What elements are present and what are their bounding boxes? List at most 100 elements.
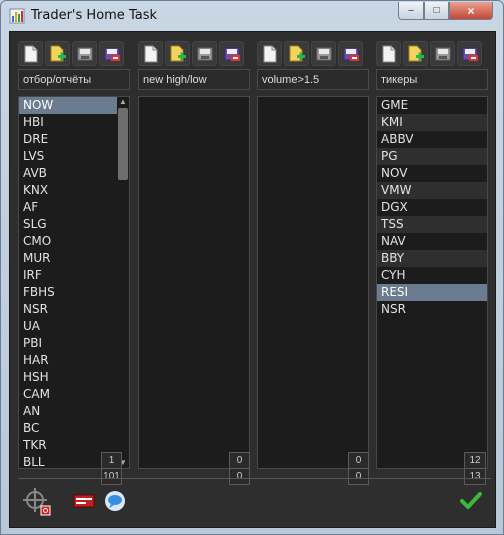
- footer-divider: [18, 478, 491, 479]
- ticker-listbox[interactable]: [257, 96, 369, 469]
- counter-position: 0: [230, 453, 249, 469]
- list-item[interactable]: NAV: [377, 233, 487, 250]
- new-document-button[interactable]: [376, 41, 401, 66]
- counter-total: 0: [355, 471, 362, 482]
- panel-toolbar: [18, 41, 124, 67]
- list-item[interactable]: LVS: [19, 148, 129, 165]
- list-item[interactable]: ABBV: [377, 131, 487, 148]
- list-item[interactable]: AVB: [19, 165, 129, 182]
- list-item[interactable]: HBI: [19, 114, 129, 131]
- list-name-field[interactable]: отбор/отчёты: [18, 69, 130, 90]
- list-item[interactable]: HAR: [19, 352, 129, 369]
- save-as-disk-icon: [104, 47, 120, 61]
- list-item[interactable]: GME: [377, 97, 487, 114]
- minimize-button[interactable]: –: [398, 2, 424, 20]
- save-button[interactable]: [192, 41, 217, 66]
- item-counter: 12 13: [464, 452, 486, 485]
- counter-position: 0: [349, 453, 368, 469]
- scroll-thumb[interactable]: [118, 108, 128, 180]
- list-item[interactable]: MUR: [19, 250, 129, 267]
- list-item[interactable]: IRF: [19, 267, 129, 284]
- item-counter: 0 0: [348, 452, 369, 485]
- save-button[interactable]: [430, 41, 455, 66]
- save-disk-icon: [77, 47, 93, 61]
- list-item[interactable]: DRE: [19, 131, 129, 148]
- ticker-listbox[interactable]: NOW HBI DRE LVS AVB KNX AF SLG CMO MUR IRF FBHS NSR U…: [18, 96, 130, 469]
- save-disk-icon: [316, 47, 332, 61]
- save-as-disk-icon: [224, 47, 240, 61]
- app-window: Trader's Home Task – □ × отбор/отчёты NO…: [0, 0, 504, 535]
- list-item[interactable]: FBHS: [19, 284, 129, 301]
- counter-position: 1: [102, 453, 121, 469]
- ticker-tape-icon: [73, 494, 95, 508]
- panel-toolbar: [257, 41, 363, 67]
- list-item[interactable]: SLG: [19, 216, 129, 233]
- list-name-field[interactable]: volume>1.5: [257, 69, 369, 90]
- list-item[interactable]: CMO: [19, 233, 129, 250]
- save-as-button[interactable]: [219, 41, 244, 66]
- chat-button[interactable]: [103, 489, 127, 513]
- ticker-tape-button[interactable]: [72, 489, 96, 513]
- maximize-button[interactable]: □: [424, 2, 449, 20]
- scroll-up-arrow-icon[interactable]: ▲: [118, 97, 128, 107]
- new-document-button[interactable]: [138, 41, 163, 66]
- list-item[interactable]: BBY: [377, 250, 487, 267]
- list-item[interactable]: NOW: [19, 97, 129, 114]
- app-icon: [9, 8, 25, 24]
- list-item[interactable]: KMI: [377, 114, 487, 131]
- new-document-button[interactable]: [18, 41, 43, 66]
- list-item[interactable]: KNX: [19, 182, 129, 199]
- list-item[interactable]: CYH: [377, 267, 487, 284]
- close-button[interactable]: ×: [449, 2, 493, 20]
- save-button[interactable]: [72, 41, 97, 66]
- add-document-icon: [50, 45, 66, 62]
- add-document-button[interactable]: [45, 41, 70, 66]
- add-document-icon: [408, 45, 424, 62]
- save-disk-icon: [197, 47, 213, 61]
- list-item[interactable]: NOV: [377, 165, 487, 182]
- list-item[interactable]: CAM: [19, 386, 129, 403]
- list-item[interactable]: UA: [19, 318, 129, 335]
- list-item[interactable]: NSR: [377, 301, 487, 318]
- list-item[interactable]: RESI: [377, 284, 487, 301]
- list-name-field[interactable]: new high/low: [138, 69, 250, 90]
- counter-total: 13: [469, 471, 481, 482]
- list-item[interactable]: PBI: [19, 335, 129, 352]
- add-document-icon: [289, 45, 305, 62]
- list-item[interactable]: PG: [377, 148, 487, 165]
- list-item[interactable]: AF: [19, 199, 129, 216]
- new-document-button[interactable]: [257, 41, 282, 66]
- add-document-button[interactable]: [165, 41, 190, 66]
- list-item[interactable]: DGX: [377, 199, 487, 216]
- save-as-button[interactable]: [99, 41, 124, 66]
- new-document-icon: [263, 45, 277, 63]
- save-as-button[interactable]: [457, 41, 482, 66]
- checkmark-icon: [460, 492, 482, 509]
- save-as-button[interactable]: [338, 41, 363, 66]
- window-title: Trader's Home Task: [31, 8, 157, 23]
- counter-position: 12: [465, 453, 485, 469]
- ticker-listbox[interactable]: [138, 96, 250, 469]
- vertical-scrollbar[interactable]: ▲ ▼: [117, 97, 129, 468]
- add-document-button[interactable]: [284, 41, 309, 66]
- list-item[interactable]: BC: [19, 420, 129, 437]
- list-item[interactable]: AN: [19, 403, 129, 420]
- title-bar[interactable]: Trader's Home Task – □ ×: [1, 1, 503, 31]
- crosshair-button[interactable]: [22, 487, 52, 517]
- save-button[interactable]: [311, 41, 336, 66]
- add-document-button[interactable]: [403, 41, 428, 66]
- new-document-icon: [24, 45, 38, 63]
- ok-button[interactable]: [459, 489, 483, 513]
- save-as-disk-icon: [462, 47, 478, 61]
- list-name-field[interactable]: тикеры: [376, 69, 488, 90]
- panel-toolbar: [376, 41, 482, 67]
- chat-bubble-icon: [105, 491, 125, 511]
- save-disk-icon: [435, 47, 451, 61]
- list-item[interactable]: TSS: [377, 216, 487, 233]
- list-item[interactable]: VMW: [377, 182, 487, 199]
- new-document-icon: [382, 45, 396, 63]
- ticker-listbox[interactable]: GME KMI ABBV PG NOV VMW DGX TSS NAV BBY CYH RESI NSR: [376, 96, 488, 469]
- list-item[interactable]: NSR: [19, 301, 129, 318]
- add-document-icon: [170, 45, 186, 62]
- list-item[interactable]: HSH: [19, 369, 129, 386]
